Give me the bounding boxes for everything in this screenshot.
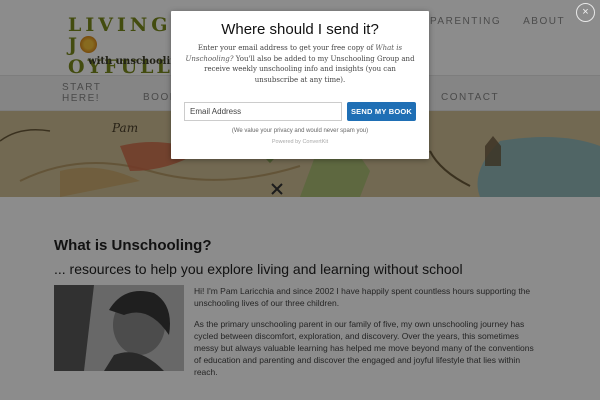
modal-desc-suffix: You'll also be added to my Unschooling G… — [204, 54, 415, 84]
optin-modal: Where should I send it? Enter your email… — [171, 11, 429, 159]
email-input[interactable] — [184, 102, 342, 121]
modal-desc-prefix: Enter your email address to get your fre… — [197, 44, 376, 52]
modal-title: Where should I send it? — [221, 21, 379, 38]
close-icon[interactable]: × — [576, 3, 595, 22]
powered-by-link[interactable]: Powered by ConvertKit — [171, 139, 429, 145]
modal-description: Enter your email address to get your fre… — [184, 43, 416, 85]
send-my-book-button[interactable]: SEND MY BOOK — [347, 102, 416, 121]
privacy-note: (We value your privacy and would never s… — [231, 128, 369, 134]
